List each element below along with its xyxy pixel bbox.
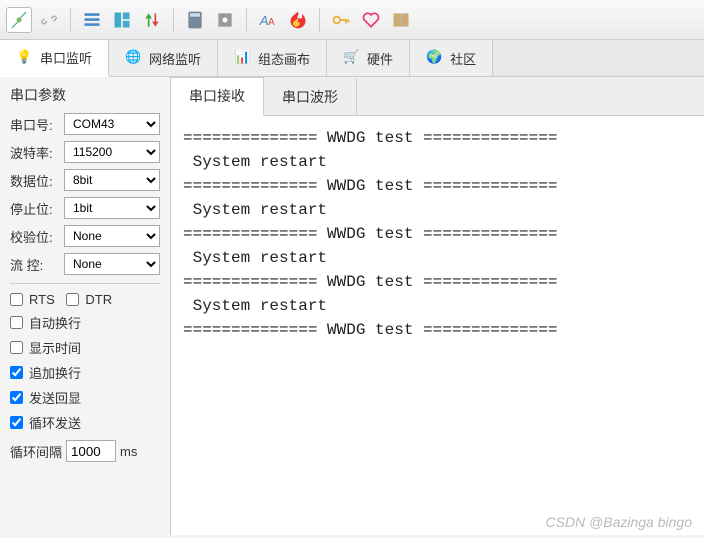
divider [10, 283, 160, 284]
interval-unit: ms [120, 444, 137, 459]
tab-label: 硬件 [367, 49, 393, 68]
plug-icon[interactable] [6, 7, 32, 33]
echo-check[interactable] [10, 391, 23, 404]
chart-icon: 📊 [234, 49, 252, 67]
globe-icon: 🌐 [125, 49, 143, 67]
layout-icon[interactable] [109, 7, 135, 33]
inner-tab-wave[interactable]: 串口波形 [264, 77, 357, 115]
heart-icon[interactable] [358, 7, 384, 33]
cart-icon: 🛒 [343, 49, 361, 67]
data-select[interactable]: 8bit [64, 169, 160, 191]
appendnl-label: 追加换行 [29, 363, 81, 382]
stop-label: 停止位: [10, 199, 60, 218]
data-label: 数据位: [10, 171, 60, 190]
loop-check[interactable] [10, 416, 23, 429]
flow-select[interactable]: None [64, 253, 160, 275]
separator [319, 8, 320, 32]
stop-select[interactable]: 1bit [64, 197, 160, 219]
tab-network[interactable]: 🌐 网络监听 [109, 40, 218, 76]
config-icon[interactable] [212, 7, 238, 33]
baud-label: 波特率: [10, 143, 60, 162]
port-label: 串口号: [10, 115, 60, 134]
dtr-label: DTR [85, 292, 112, 307]
svg-text:A: A [259, 13, 269, 28]
tab-label: 社区 [450, 49, 476, 68]
content: 串口接收 串口波形 ============== WWDG test =====… [170, 77, 704, 535]
baud-select[interactable]: 115200 [64, 141, 160, 163]
tab-serial[interactable]: 💡 串口监听 [0, 40, 109, 77]
tab-label: 组态画布 [258, 49, 310, 68]
showtime-check[interactable] [10, 341, 23, 354]
separator [70, 8, 71, 32]
terminal-output: ============== WWDG test ============== … [171, 116, 704, 535]
autowrap-label: 自动换行 [29, 313, 81, 332]
svg-text:A: A [268, 17, 275, 28]
sidebar: 串口参数 串口号:COM43 波特率:115200 数据位:8bit 停止位:1… [0, 77, 170, 535]
rts-label: RTS [29, 292, 55, 307]
rts-check[interactable] [10, 293, 23, 306]
port-select[interactable]: COM43 [64, 113, 160, 135]
watermark: CSDN @Bazinga bingo [545, 514, 692, 530]
key-icon[interactable] [328, 7, 354, 33]
inner-tabs: 串口接收 串口波形 [171, 77, 704, 116]
interval-input[interactable] [66, 440, 116, 462]
parity-select[interactable]: None [64, 225, 160, 247]
calc-icon[interactable] [182, 7, 208, 33]
bulb-icon: 💡 [16, 49, 34, 67]
tab-label: 串口监听 [40, 48, 92, 67]
flow-label: 流 控: [10, 255, 60, 274]
main-area: 串口参数 串口号:COM43 波特率:115200 数据位:8bit 停止位:1… [0, 77, 704, 535]
toolbar: AA [0, 0, 704, 40]
font-icon[interactable]: AA [255, 7, 281, 33]
inner-tab-receive[interactable]: 串口接收 [171, 77, 264, 116]
dtr-check[interactable] [66, 293, 79, 306]
separator [246, 8, 247, 32]
link-break-icon[interactable] [36, 7, 62, 33]
main-tabs: 💡 串口监听 🌐 网络监听 📊 组态画布 🛒 硬件 🌍 社区 [0, 40, 704, 77]
sidebar-title: 串口参数 [10, 85, 160, 105]
autowrap-check[interactable] [10, 316, 23, 329]
separator [173, 8, 174, 32]
book-icon[interactable] [388, 7, 414, 33]
tab-label: 网络监听 [149, 49, 201, 68]
echo-label: 发送回显 [29, 388, 81, 407]
list-icon[interactable] [79, 7, 105, 33]
interval-label: 循环间隔 [10, 442, 62, 461]
appendnl-check[interactable] [10, 366, 23, 379]
sort-icon[interactable] [139, 7, 165, 33]
tab-canvas[interactable]: 📊 组态画布 [218, 40, 327, 76]
flame-icon[interactable] [285, 7, 311, 33]
loop-label: 循环发送 [29, 413, 81, 432]
tab-community[interactable]: 🌍 社区 [410, 40, 493, 76]
showtime-label: 显示时间 [29, 338, 81, 357]
community-icon: 🌍 [426, 49, 444, 67]
parity-label: 校验位: [10, 227, 60, 246]
tab-hardware[interactable]: 🛒 硬件 [327, 40, 410, 76]
